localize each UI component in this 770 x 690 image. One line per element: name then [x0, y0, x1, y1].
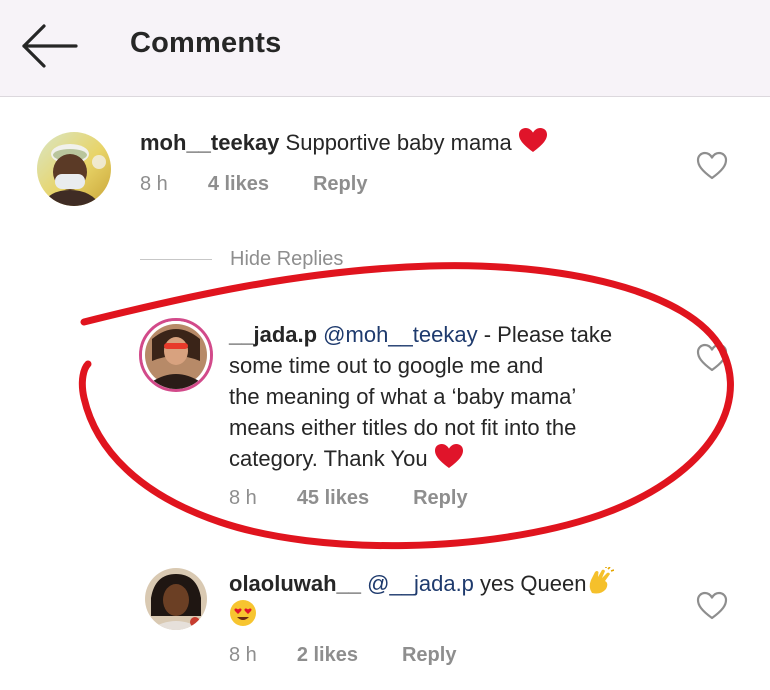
comment-time: 8 h [140, 173, 168, 195]
comment-text: category. Thank You [229, 446, 428, 471]
avatar[interactable] [145, 568, 207, 630]
comment-text: the meaning of what a ‘baby mama’ [229, 384, 577, 409]
arrow-left-icon [22, 24, 78, 68]
comment-time: 8 h [229, 487, 257, 509]
red-heart-icon [518, 128, 547, 152]
comment-meta: 8 h 45 likes Reply [229, 487, 468, 510]
avatar[interactable] [139, 318, 213, 392]
hide-replies-label: Hide Replies [230, 248, 344, 270]
comment-username[interactable]: moh__teekay [140, 130, 279, 155]
comments-screen: Comments moh__teekay Supportive baby mam… [0, 0, 770, 690]
comment-text: means either titles do not fit into the [229, 415, 577, 440]
heart-outline-icon [696, 591, 728, 620]
heart-eyes-emoji-icon [230, 600, 256, 626]
like-button[interactable] [696, 591, 728, 621]
comment-text: some time out to google me and [229, 353, 544, 378]
mention-link[interactable]: @moh__teekay [323, 322, 477, 347]
comment-time: 8 h [229, 644, 257, 666]
heart-outline-icon [696, 151, 728, 180]
comment-body: moh__teekay Supportive baby mama [140, 127, 660, 158]
reply-body: olaoluwah__ @__jada.p yes Queen [229, 567, 669, 631]
reply-button[interactable]: Reply [413, 487, 467, 510]
reply-body: __jada.p @moh__teekay - Please take some… [229, 319, 669, 474]
comment-text: Supportive baby mama [285, 130, 512, 155]
likes-count[interactable]: 4 likes [208, 173, 269, 196]
reply-button[interactable]: Reply [313, 173, 367, 196]
comment-username[interactable]: __jada.p [229, 322, 317, 347]
comment-text: yes Queen [473, 571, 587, 596]
like-button[interactable] [696, 343, 728, 373]
top-bar: Comments [0, 0, 770, 97]
reply-button[interactable]: Reply [402, 644, 456, 667]
page-title: Comments [130, 27, 282, 59]
comment-meta: 8 h 2 likes Reply [229, 644, 456, 667]
clapping-hands-icon [590, 567, 615, 594]
likes-count[interactable]: 2 likes [297, 644, 358, 667]
comment-meta: 8 h 4 likes Reply [140, 173, 367, 196]
heart-outline-icon [696, 343, 728, 372]
avatar[interactable] [37, 132, 111, 206]
hide-replies-button[interactable]: Hide Replies [140, 248, 343, 271]
red-heart-icon [434, 444, 463, 468]
comment-username[interactable]: olaoluwah__ [229, 571, 361, 596]
mention-link[interactable]: @__jada.p [367, 571, 474, 596]
divider [140, 259, 212, 260]
likes-count[interactable]: 45 likes [297, 487, 369, 510]
like-button[interactable] [696, 151, 728, 181]
back-button[interactable] [18, 22, 80, 70]
comment-text: - Please take [477, 322, 613, 347]
